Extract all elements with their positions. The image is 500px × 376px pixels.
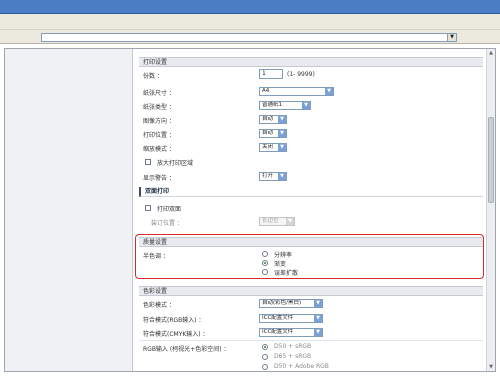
chevron-down-icon: ▼ <box>278 116 286 123</box>
copies-range: (1- 9999) <box>287 71 315 78</box>
chevron-down-icon: ▼ <box>278 173 286 180</box>
chevron-down-icon[interactable]: ▼ <box>447 34 456 41</box>
halftone-resolution-label: 分辨率 <box>274 252 293 259</box>
chevron-down-icon: ▼ <box>314 300 322 307</box>
enlarge-area-label: 放大打印区域 <box>157 160 194 167</box>
match-cmyk-value: ICC配置文件 <box>262 329 294 335</box>
paper-type-select[interactable]: 普通纸1 ▼ <box>259 101 311 110</box>
print-duplex-label: 打印双面 <box>157 206 182 213</box>
sidebar <box>5 49 133 371</box>
section-header-duplex: 双面打印 <box>139 187 483 197</box>
orientation-label: 图像方向 ： <box>143 118 175 125</box>
chevron-down-icon: ▼ <box>302 102 310 109</box>
paper-size-label: 纸张尺寸 ： <box>143 90 175 97</box>
chevron-down-icon: ▼ <box>314 329 322 336</box>
zoom-mode-select[interactable]: 关闭 ▼ <box>259 143 287 152</box>
halftone-resolution-radio[interactable] <box>262 251 268 257</box>
chevron-down-icon: ▼ <box>278 144 286 151</box>
copies-label: 份数 ： <box>143 73 163 80</box>
paper-size-select[interactable]: A4 ▼ <box>259 87 334 96</box>
rgb-input-d50-adobe-label: D50 + Adobe RGB <box>274 363 329 370</box>
orientation-select[interactable]: 自动 ▼ <box>259 115 287 124</box>
scrollbar-thumb[interactable] <box>488 117 494 203</box>
match-rgb-label: 符合模式(RGB输入) ： <box>143 317 205 324</box>
section-header-print-settings: 打印设置 <box>139 57 483 67</box>
vertical-scrollbar[interactable]: ▲ ▼ <box>486 49 495 371</box>
toolbar <box>0 14 500 30</box>
print-position-label: 打印位置 ： <box>143 132 175 139</box>
print-position-value: 自动 <box>262 130 274 136</box>
paper-type-value: 普通纸1 <box>262 102 282 108</box>
color-mode-select[interactable]: 自动(彩色/黑白) ▼ <box>259 299 323 308</box>
print-position-select[interactable]: 自动 ▼ <box>259 129 287 138</box>
address-row: ▼ <box>0 30 500 44</box>
chevron-down-icon: ▼ <box>286 218 294 225</box>
enlarge-area-checkbox[interactable] <box>145 159 151 165</box>
rgb-input-d65-srgb-label: D65 + sRGB <box>274 353 312 360</box>
title-bar <box>0 0 500 14</box>
halftone-error-diffusion-label: 误差扩散 <box>274 270 299 277</box>
address-bar[interactable]: ▼ <box>41 33 457 42</box>
chevron-down-icon: ▼ <box>314 315 322 322</box>
match-cmyk-select[interactable]: ICC配置文件 ▼ <box>259 328 323 337</box>
rgb-input-d65-srgb-radio[interactable] <box>262 354 268 360</box>
orientation-value: 自动 <box>262 116 274 122</box>
rgb-input-d50-adobe-radio[interactable] <box>262 364 268 370</box>
section-header-color: 色彩设置 <box>139 286 483 296</box>
color-mode-value: 自动(彩色/黑白) <box>262 300 302 306</box>
settings-frame: 打印设置 份数 ： 1 (1- 9999) 纸张尺寸 ： A4 ▼ 纸张类型 ：… <box>4 48 496 372</box>
rgb-input-d50-srgb-radio[interactable] <box>262 344 268 350</box>
print-duplex-checkbox[interactable] <box>145 205 151 211</box>
arrow-down-icon[interactable]: ▼ <box>487 363 495 371</box>
arrow-up-icon[interactable]: ▲ <box>487 49 495 57</box>
paper-type-label: 纸张类型 ： <box>143 104 175 111</box>
display-warning-value: 打开 <box>262 173 274 179</box>
color-mode-label: 色彩模式 ： <box>143 302 175 309</box>
divider <box>139 340 483 341</box>
copies-input[interactable]: 1 <box>259 69 283 79</box>
binding-position-label: 装订位置 ： <box>151 220 183 227</box>
paper-size-value: A4 <box>262 88 270 94</box>
section-header-quality: 质量设置 <box>139 237 483 247</box>
rgb-input-label: RGB输入 (柯视光+色彩空间) ： <box>143 346 230 353</box>
match-cmyk-label: 符合模式(CMYK输入) ： <box>143 331 209 338</box>
zoom-mode-value: 关闭 <box>262 144 274 150</box>
chevron-down-icon: ▼ <box>278 130 286 137</box>
zoom-mode-label: 缩放模式 ： <box>143 146 175 153</box>
halftone-label: 半色调 ： <box>143 253 169 260</box>
binding-position-select: 长边位 ▼ <box>259 217 295 226</box>
display-warning-label: 显示警告 ： <box>143 175 175 182</box>
match-rgb-select[interactable]: ICC配置文件 ▼ <box>259 314 323 323</box>
halftone-gradation-label: 渐变 <box>274 261 287 268</box>
display-warning-select[interactable]: 打开 ▼ <box>259 172 287 181</box>
settings-content: 打印设置 份数 ： 1 (1- 9999) 纸张尺寸 ： A4 ▼ 纸张类型 ：… <box>135 49 486 371</box>
halftone-error-diffusion-radio[interactable] <box>262 269 268 275</box>
chevron-down-icon: ▼ <box>325 88 333 95</box>
rgb-input-d50-srgb-label: D50 + sRGB <box>274 343 312 350</box>
halftone-gradation-radio[interactable] <box>262 260 268 266</box>
binding-position-value: 长边位 <box>262 218 279 224</box>
match-rgb-value: ICC配置文件 <box>262 315 294 321</box>
